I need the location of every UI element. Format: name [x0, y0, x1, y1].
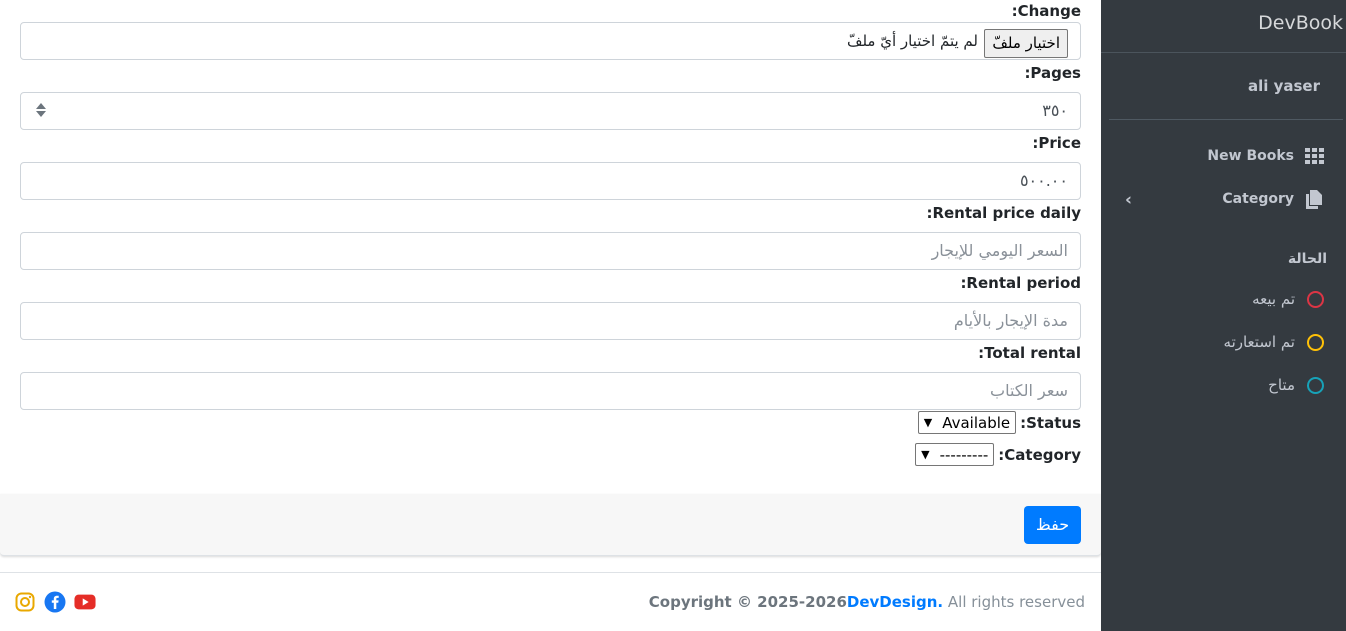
- price-label: :Price: [1032, 134, 1081, 152]
- sidebar-item-label: New Books: [1207, 148, 1294, 164]
- total-rental-placeholder: سعر الكتاب: [990, 381, 1068, 400]
- sidebar-item-label: Category: [1222, 191, 1294, 207]
- price-input[interactable]: ٥٠٠.٠٠: [20, 162, 1081, 200]
- save-button[interactable]: حفظ: [1024, 506, 1081, 544]
- pages-value: ٣٥٠: [1042, 101, 1068, 120]
- file-input[interactable]: اختيار ملفّ لم يتمّ اختيار أيّ ملفّ: [20, 22, 1081, 60]
- change-label: :Change: [1011, 2, 1081, 20]
- chevron-down-icon: ▼: [921, 448, 930, 461]
- status-section-title: الحالة: [1287, 251, 1327, 267]
- choose-file-button[interactable]: اختيار ملفّ: [984, 29, 1068, 58]
- rental-daily-label: :Rental price daily: [926, 204, 1081, 222]
- copy-icon: [1303, 189, 1325, 209]
- sidebar-item-new-books[interactable]: New Books: [1109, 141, 1346, 171]
- user-name[interactable]: ali yaser: [1109, 53, 1343, 120]
- card-footer: حفظ: [0, 494, 1101, 556]
- status-item-available[interactable]: متاح: [1268, 373, 1324, 397]
- status-item-borrowed[interactable]: تم استعارته: [1224, 330, 1324, 354]
- brand-logo[interactable]: DevBook: [1101, 0, 1346, 53]
- page-footer: Copyright © 2025-2026DevDesign. All righ…: [0, 572, 1101, 631]
- facebook-icon[interactable]: [44, 591, 66, 613]
- status-item-label: متاح: [1268, 376, 1295, 394]
- main-content: :Change اختيار ملفّ لم يتمّ اختيار أيّ م…: [0, 0, 1101, 631]
- circle-icon: [1307, 290, 1324, 308]
- rental-period-label: :Rental period: [960, 274, 1081, 292]
- number-spinner-icon[interactable]: [36, 101, 46, 121]
- sidebar-item-category[interactable]: ‹ Category: [1109, 184, 1346, 214]
- youtube-icon[interactable]: [74, 591, 96, 613]
- category-label: :Category: [998, 445, 1081, 464]
- circle-icon: [1307, 333, 1324, 351]
- instagram-icon[interactable]: [14, 591, 36, 613]
- status-select-value: Available: [942, 413, 1011, 432]
- copyright-years: Copyright © 2025-2026: [648, 593, 847, 611]
- chevron-left-icon[interactable]: ‹: [1125, 190, 1132, 210]
- copyright-text: Copyright © 2025-2026DevDesign. All righ…: [649, 593, 1085, 611]
- total-rental-input[interactable]: سعر الكتاب: [20, 372, 1081, 410]
- circle-icon: [1307, 376, 1324, 394]
- sidebar: DevBook ali yaser New Books ‹ Category ا…: [1101, 0, 1346, 631]
- file-status-text: لم يتمّ اختيار أيّ ملفّ: [846, 32, 978, 50]
- rights-text: All rights reserved: [947, 593, 1085, 611]
- social-links: [14, 591, 96, 613]
- grid-icon: [1303, 146, 1325, 166]
- rental-period-placeholder: مدة الإيجار بالأيام: [953, 311, 1068, 330]
- rental-daily-placeholder: السعر اليومي للإيجار: [931, 241, 1068, 260]
- status-label: :Status: [1020, 413, 1081, 432]
- category-select-value: ---------: [939, 445, 989, 464]
- rental-daily-input[interactable]: السعر اليومي للإيجار: [20, 232, 1081, 270]
- chevron-down-icon: ▼: [923, 416, 933, 429]
- pages-label: :Pages: [1024, 64, 1081, 82]
- status-row: ▼ Available :Status: [917, 411, 1081, 434]
- pages-input[interactable]: ٣٥٠: [20, 92, 1081, 130]
- status-item-label: تم استعارته: [1223, 333, 1295, 351]
- category-select[interactable]: ▼ ---------: [915, 443, 995, 466]
- brand-link[interactable]: DevDesign.: [847, 593, 943, 611]
- status-select[interactable]: ▼ Available: [917, 411, 1017, 434]
- price-value: ٥٠٠.٠٠: [1019, 171, 1068, 190]
- status-item-sold[interactable]: تم بيعه: [1252, 287, 1324, 311]
- status-item-label: تم بيعه: [1252, 290, 1295, 308]
- category-row: ▼ --------- :Category: [915, 443, 1081, 466]
- total-rental-label: :Total rental: [978, 344, 1081, 362]
- rental-period-input[interactable]: مدة الإيجار بالأيام: [20, 302, 1081, 340]
